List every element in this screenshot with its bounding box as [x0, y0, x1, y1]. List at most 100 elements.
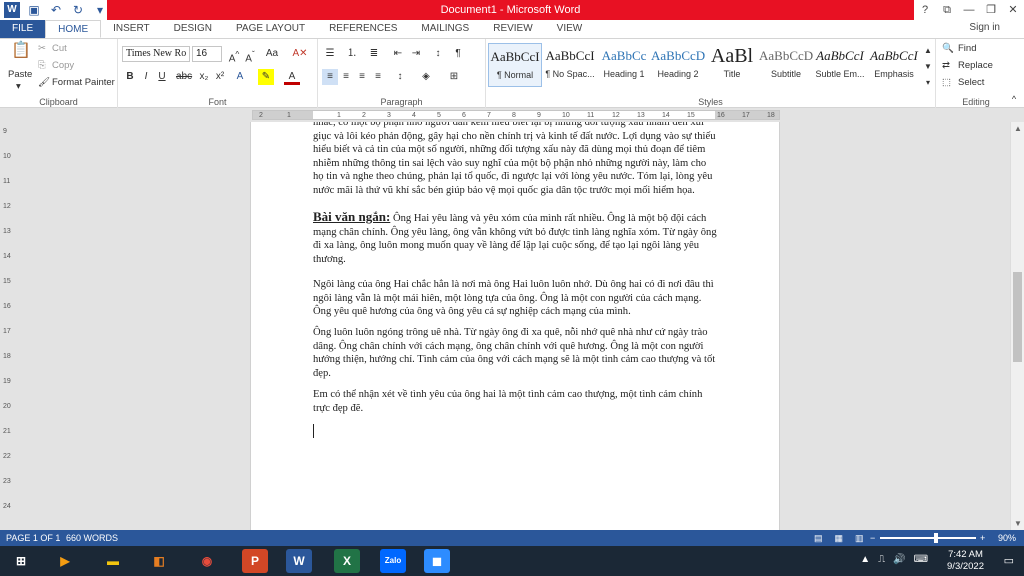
styles-more-icon[interactable]: ▾ — [920, 75, 936, 91]
show-hide-icon[interactable]: ¶ — [450, 46, 466, 62]
vertical-ruler[interactable]: 9 10 11 12 13 14 15 16 17 18 19 20 21 22… — [0, 122, 14, 530]
find-button[interactable]: Find — [958, 43, 976, 54]
collapse-ribbon-icon[interactable]: ^ — [1006, 91, 1022, 107]
styles-scroll-down-icon[interactable]: ▼ — [920, 59, 936, 75]
format-painter-button[interactable]: Format Painter — [52, 77, 115, 88]
paste-dropdown-icon[interactable]: ▾ — [16, 81, 21, 92]
paragraph-short-essay[interactable]: Bài văn ngắn: Ông Hai yêu làng và yêu xó… — [313, 210, 717, 266]
style-heading-2[interactable]: AaBbCcD Heading 2 — [651, 43, 705, 87]
superscript-icon[interactable]: x² — [212, 69, 228, 85]
media-player-icon[interactable]: ▶ — [52, 549, 78, 573]
zoom-app-icon[interactable]: ◼ — [424, 549, 450, 573]
store-icon[interactable]: ◧ — [146, 549, 172, 573]
zalo-icon[interactable]: Zalo — [380, 549, 406, 573]
tab-view[interactable]: VIEW — [545, 20, 595, 38]
change-case-icon[interactable]: Aa — [264, 46, 280, 62]
styles-scroll-up-icon[interactable]: ▲ — [920, 43, 936, 59]
decrease-indent-icon[interactable]: ⇤ — [390, 46, 406, 62]
zoom-slider[interactable] — [880, 537, 976, 539]
scroll-down-icon[interactable]: ▼ — [1011, 519, 1024, 528]
shading-icon[interactable]: ◈ — [418, 69, 434, 85]
zoom-out-icon[interactable]: − — [870, 530, 875, 546]
zoom-in-icon[interactable]: + — [980, 530, 985, 546]
style-no-spacing[interactable]: AaBbCcI ¶ No Spac... — [543, 43, 597, 87]
font-color-icon[interactable]: A — [284, 69, 300, 85]
bold-icon[interactable]: B — [122, 69, 138, 85]
paragraph-4[interactable]: Em có thể nhận xét về tình yêu của ông h… — [313, 388, 717, 415]
align-center-icon[interactable]: ≡ — [338, 69, 354, 85]
borders-icon[interactable]: ⊞ — [446, 69, 462, 85]
restore-button[interactable]: ❐ — [980, 0, 1002, 20]
style-title[interactable]: AaBl Title — [705, 43, 759, 87]
grow-font-icon[interactable]: A^ — [226, 46, 242, 64]
start-icon[interactable]: ⊞ — [8, 549, 34, 573]
text-effects-icon[interactable]: A — [232, 69, 248, 85]
align-left-icon[interactable]: ≡ — [322, 69, 338, 85]
subscript-icon[interactable]: x₂ — [196, 69, 212, 85]
cut-button[interactable]: Cut — [52, 43, 67, 54]
close-button[interactable]: ✕ — [1002, 0, 1024, 20]
chrome-icon[interactable]: ◉ — [194, 549, 220, 573]
ribbon-display-options-button[interactable]: ⧉ — [936, 0, 958, 20]
tab-page-layout[interactable]: PAGE LAYOUT — [224, 20, 317, 38]
sort-icon[interactable]: ↕ — [430, 46, 446, 62]
tab-insert[interactable]: INSERT — [101, 20, 162, 38]
tray-overflow-icon[interactable]: ▲ — [860, 554, 870, 565]
network-icon[interactable]: ⎍ — [878, 554, 885, 565]
clock[interactable]: 7:42 AM 9/3/2022 — [947, 549, 984, 573]
paste-icon[interactable]: 📋 — [10, 43, 32, 65]
increase-indent-icon[interactable]: ⇥ — [408, 46, 424, 62]
italic-icon[interactable]: I — [138, 69, 154, 85]
multilevel-list-icon[interactable]: ≣ — [366, 46, 382, 62]
tab-file[interactable]: FILE — [0, 20, 46, 38]
copy-button[interactable]: Copy — [52, 60, 74, 71]
sign-in-link[interactable]: Sign in — [969, 22, 1000, 33]
web-layout-icon[interactable]: ▥ — [855, 530, 864, 546]
vertical-scrollbar[interactable]: ▲ ▼ — [1010, 122, 1024, 530]
style-subtle-emphasis[interactable]: AaBbCcI Subtle Em... — [813, 43, 867, 87]
strikethrough-icon[interactable]: abc — [176, 69, 192, 85]
style-emphasis[interactable]: AaBbCcI Emphasis — [867, 43, 921, 87]
document-page[interactable]: nhác, có một bộ phận nhỏ người dân kém h… — [250, 122, 780, 530]
scrollbar-thumb[interactable] — [1013, 272, 1022, 362]
tab-home[interactable]: HOME — [45, 20, 102, 38]
tab-references[interactable]: REFERENCES — [317, 20, 409, 38]
excel-icon[interactable]: X — [334, 549, 360, 573]
style-normal[interactable]: AaBbCcI ¶ Normal — [488, 43, 542, 87]
font-name-box[interactable]: Times New Ro — [122, 46, 190, 62]
align-right-icon[interactable]: ≡ — [354, 69, 370, 85]
word-icon[interactable]: W — [286, 549, 312, 573]
horizontal-ruler[interactable]: 2 1 1 2 3 4 5 6 7 8 9 10 11 12 13 14 15 … — [0, 108, 1024, 122]
highlight-color-icon[interactable]: ✎ — [258, 69, 274, 85]
select-button[interactable]: Select — [958, 77, 984, 88]
paste-button[interactable]: Paste — [8, 69, 32, 80]
underline-icon[interactable]: U — [154, 69, 170, 85]
font-size-box[interactable]: 16 — [192, 46, 222, 62]
powerpoint-icon[interactable]: P — [242, 549, 268, 573]
line-spacing-icon[interactable]: ↕ — [392, 69, 408, 85]
style-subtitle[interactable]: AaBbCcD Subtitle — [759, 43, 813, 87]
tab-mailings[interactable]: MAILINGS — [409, 20, 481, 38]
read-mode-icon[interactable]: ▤ — [814, 530, 823, 546]
tab-review[interactable]: REVIEW — [481, 20, 544, 38]
tab-design[interactable]: DESIGN — [162, 20, 224, 38]
scroll-up-icon[interactable]: ▲ — [1011, 124, 1024, 133]
keyboard-icon[interactable]: ⌨ — [914, 554, 928, 565]
zoom-slider-handle[interactable] — [934, 533, 938, 543]
paragraph-intro[interactable]: nhác, có một bộ phận nhỏ người dân kém h… — [313, 122, 717, 197]
minimize-button[interactable]: — — [958, 0, 980, 20]
volume-icon[interactable]: 🔊 — [893, 554, 905, 565]
file-explorer-icon[interactable]: ▬ — [100, 549, 126, 573]
numbering-icon[interactable]: ⒈ — [344, 46, 360, 62]
zoom-level[interactable]: 90% — [998, 530, 1016, 546]
save-icon[interactable]: ▣ — [26, 2, 42, 18]
customize-qat-icon[interactable]: ▾ — [92, 2, 108, 18]
clear-formatting-icon[interactable]: A✕ — [292, 46, 308, 62]
style-heading-1[interactable]: AaBbCc Heading 1 — [597, 43, 651, 87]
justify-icon[interactable]: ≡ — [370, 69, 386, 85]
page-count[interactable]: PAGE 1 OF 1 — [6, 530, 60, 546]
shrink-font-icon[interactable]: Aˇ — [242, 46, 258, 64]
replace-button[interactable]: Replace — [958, 60, 993, 71]
notifications-icon[interactable]: ▭ — [1004, 554, 1014, 567]
paragraph-3[interactable]: Ông luôn luôn ngóng trông uê nhà. Từ ngà… — [313, 326, 717, 380]
